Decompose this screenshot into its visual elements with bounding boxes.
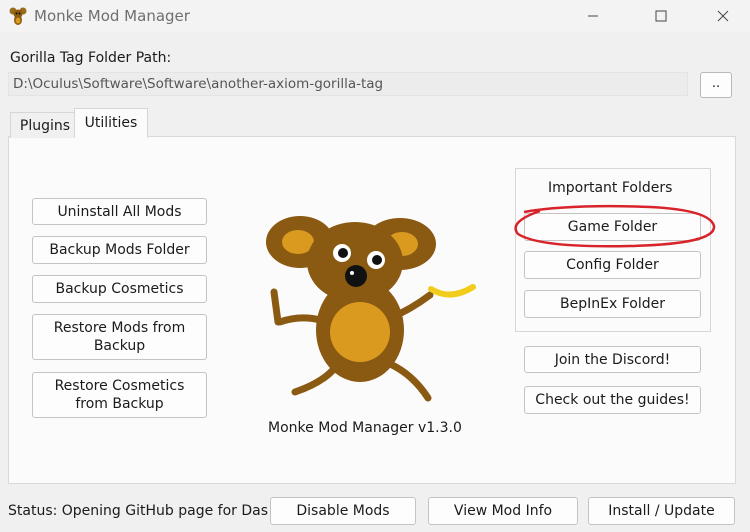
path-label: Gorilla Tag Folder Path:: [10, 50, 172, 66]
main-window: Monke Mod Manager Gorilla Tag Folder Pat…: [0, 0, 750, 532]
install-update-button[interactable]: Install / Update: [588, 497, 735, 525]
close-button[interactable]: [700, 0, 746, 32]
annotation-circle: [510, 204, 720, 250]
browse-button[interactable]: ..: [700, 72, 732, 98]
backup-mods-folder-button[interactable]: Backup Mods Folder: [32, 236, 207, 264]
view-mod-info-button[interactable]: View Mod Info: [428, 497, 578, 525]
minimize-button[interactable]: [570, 0, 616, 32]
monkey-icon: [266, 216, 436, 402]
bepinex-folder-button[interactable]: BepInEx Folder: [524, 290, 701, 318]
maximize-button[interactable]: [638, 0, 684, 32]
version-label: Monke Mod Manager v1.3.0: [268, 420, 462, 436]
status-text: Status: Opening GitHub page for Das: [8, 503, 269, 519]
window-title: Monke Mod Manager: [34, 7, 190, 25]
important-folders-title: Important Folders: [548, 180, 673, 196]
minimize-icon: [588, 15, 598, 17]
backup-cosmetics-button[interactable]: Backup Cosmetics: [32, 275, 207, 303]
title-bar: Monke Mod Manager: [0, 0, 750, 32]
check-guides-button[interactable]: Check out the guides!: [524, 386, 701, 414]
tab-plugins[interactable]: Plugins: [10, 112, 80, 138]
join-discord-button[interactable]: Join the Discord!: [524, 346, 701, 373]
monkey-icon: [8, 6, 28, 26]
monkey-illustration: [260, 210, 480, 410]
close-icon: [717, 10, 729, 22]
disable-mods-button[interactable]: Disable Mods: [270, 497, 416, 525]
restore-mods-button[interactable]: Restore Mods from Backup: [32, 314, 207, 360]
restore-cosmetics-button[interactable]: Restore Cosmetics from Backup: [32, 372, 207, 418]
banana-icon: [428, 283, 476, 303]
tab-utilities[interactable]: Utilities: [74, 108, 148, 138]
uninstall-all-mods-button[interactable]: Uninstall All Mods: [32, 198, 207, 225]
config-folder-button[interactable]: Config Folder: [524, 251, 701, 279]
maximize-icon: [655, 10, 667, 22]
path-input[interactable]: D:\Oculus\Software\Software\another-axio…: [8, 72, 688, 96]
